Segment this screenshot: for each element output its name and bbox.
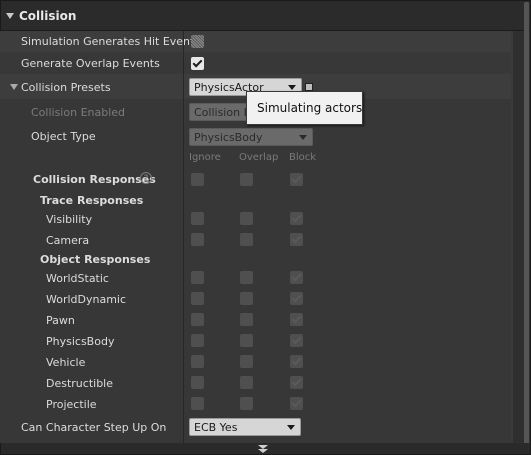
col-overlap: Overlap [239, 152, 279, 163]
object-item-label: Vehicle [46, 356, 86, 369]
object-overlap-checkbox[interactable] [240, 397, 253, 410]
hit-events-checkbox[interactable] [191, 35, 204, 48]
col-ignore: Ignore [189, 152, 221, 163]
trace-item-label: Camera [46, 234, 90, 247]
object-ignore-checkbox[interactable] [191, 334, 204, 347]
collision-overlap-checkbox[interactable] [240, 173, 253, 186]
overlap-events-checkbox[interactable] [191, 57, 204, 70]
trace-ignore-checkbox[interactable] [191, 233, 204, 246]
object-type-dropdown: PhysicsBody [189, 128, 313, 146]
object-item-label: Pawn [46, 314, 75, 327]
object-item-label: WorldDynamic [46, 293, 127, 306]
tooltip: Simulating actors [246, 91, 363, 125]
object-item-label: Projectile [46, 398, 97, 411]
help-icon[interactable]: ? [140, 172, 152, 184]
collision-presets-label: Collision Presets [21, 81, 111, 94]
object-overlap-checkbox[interactable] [240, 313, 253, 326]
object-item-label: WorldStatic [46, 272, 109, 285]
object-responses-label: Object Responses [40, 253, 151, 266]
trace-overlap-checkbox[interactable] [240, 233, 253, 246]
collision-enabled-value: Collision E [194, 106, 251, 119]
trace-item-label: Visibility [46, 213, 93, 226]
column-divider[interactable] [183, 31, 184, 443]
object-block-checkbox[interactable] [290, 355, 303, 368]
object-block-checkbox[interactable] [290, 292, 303, 305]
collapse-arrow-icon[interactable] [6, 13, 14, 19]
step-up-label: Can Character Step Up On [21, 421, 167, 434]
object-block-checkbox[interactable] [290, 313, 303, 326]
collision-responses-label: Collision Responses [33, 173, 156, 186]
step-up-value: ECB Yes [194, 421, 238, 434]
object-ignore-checkbox[interactable] [191, 376, 204, 389]
object-item-label: PhysicsBody [46, 335, 115, 348]
category-title: Collision [19, 9, 77, 23]
trace-ignore-checkbox[interactable] [191, 212, 204, 225]
object-ignore-checkbox[interactable] [191, 355, 204, 368]
collision-enabled-label: Collision Enabled [31, 106, 126, 119]
collision-block-checkbox[interactable] [290, 173, 303, 186]
object-block-checkbox[interactable] [290, 271, 303, 284]
object-overlap-checkbox[interactable] [240, 355, 253, 368]
object-overlap-checkbox[interactable] [240, 271, 253, 284]
object-block-checkbox[interactable] [290, 376, 303, 389]
trace-overlap-checkbox[interactable] [240, 212, 253, 225]
object-ignore-checkbox[interactable] [191, 313, 204, 326]
collision-category-header[interactable] [1, 1, 530, 31]
hit-events-label: Simulation Generates Hit Events [21, 35, 201, 48]
object-overlap-checkbox[interactable] [240, 292, 253, 305]
presets-expand-icon[interactable] [10, 84, 18, 90]
expand-more-icon[interactable] [257, 444, 269, 454]
trace-responses-label: Trace Responses [40, 194, 144, 207]
presets-children [0, 99, 511, 443]
object-block-checkbox[interactable] [290, 334, 303, 347]
object-item-label: Destructible [46, 377, 113, 390]
object-type-label: Object Type [31, 130, 96, 143]
overlap-events-label: Generate Overlap Events [21, 57, 160, 70]
trace-block-checkbox[interactable] [290, 233, 303, 246]
object-overlap-checkbox[interactable] [240, 334, 253, 347]
chevron-down-icon [299, 135, 307, 140]
chevron-down-icon [287, 425, 295, 430]
object-ignore-checkbox[interactable] [191, 292, 204, 305]
reset-to-default-icon[interactable] [305, 83, 313, 91]
step-up-dropdown[interactable]: ECB Yes [189, 418, 301, 436]
object-ignore-checkbox[interactable] [191, 271, 204, 284]
trace-block-checkbox[interactable] [290, 212, 303, 225]
chevron-down-icon [288, 85, 296, 90]
object-ignore-checkbox[interactable] [191, 397, 204, 410]
collision-ignore-checkbox[interactable] [191, 173, 204, 186]
collision-enabled-dropdown: Collision E [189, 103, 251, 121]
col-block: Block [289, 152, 317, 163]
object-block-checkbox[interactable] [290, 397, 303, 410]
object-overlap-checkbox[interactable] [240, 376, 253, 389]
scrollbar-thumb[interactable] [524, 2, 529, 445]
object-type-value: PhysicsBody [194, 131, 263, 144]
tooltip-text: Simulating actors [257, 101, 363, 115]
